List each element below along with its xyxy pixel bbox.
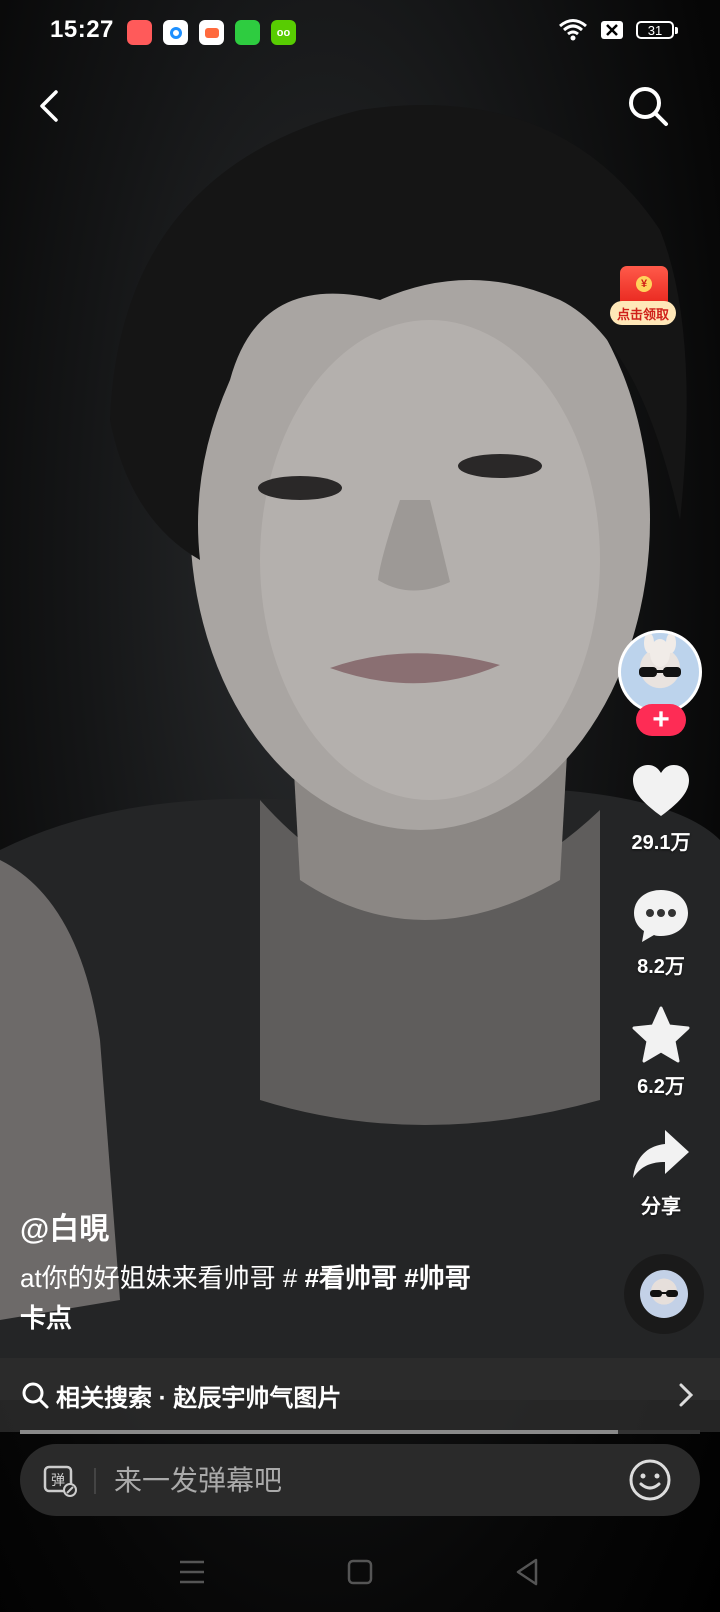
hashtag-link[interactable]: #看帅哥 (305, 1263, 397, 1293)
battery-icon: 31 (636, 21, 678, 39)
author-avatar-group: + (618, 630, 706, 736)
back-triangle-icon[interactable] (508, 1552, 548, 1592)
star-icon (632, 1006, 690, 1063)
author-name[interactable]: @白晛 (20, 1204, 109, 1248)
coin-icon: ¥ (636, 276, 652, 292)
chevron-right-icon (679, 1383, 694, 1407)
share-arrow-icon (633, 1130, 689, 1178)
emoji-icon[interactable] (628, 1458, 672, 1502)
hashtag-link[interactable]: #帅哥 (404, 1263, 470, 1293)
share-button[interactable]: 分享 (616, 1124, 706, 1219)
app-notification-icon (199, 20, 224, 45)
caption-tail: 卡点 (20, 1303, 73, 1333)
app-notification-icon (235, 20, 260, 45)
like-button[interactable]: 29.1万 (616, 760, 706, 855)
search-icon (22, 1382, 49, 1409)
comment-count: 8.2万 (637, 956, 685, 978)
share-label: 分享 (641, 1196, 681, 1218)
danmaku-input[interactable] (112, 1458, 596, 1504)
red-envelope-label: 点击领取 (610, 301, 676, 325)
favorite-button[interactable]: 6.2万 (616, 1004, 706, 1099)
post-caption: at你的好姐妹来看帅哥 # #看帅哥 #帅哥 卡点 (20, 1258, 540, 1338)
related-search-text: 相关搜索 · 赵辰宇帅气图片 (56, 1385, 342, 1412)
danmaku-toggle-icon[interactable]: 弹 (42, 1462, 78, 1498)
system-nav-bar (0, 1530, 720, 1612)
like-count: 29.1万 (631, 832, 691, 854)
music-disc[interactable] (624, 1254, 704, 1334)
heart-icon (633, 765, 689, 816)
app-notification-icon (127, 20, 152, 45)
related-search-bar[interactable]: 相关搜索 · 赵辰宇帅气图片 (0, 1358, 720, 1432)
video-progress-bar[interactable] (20, 1430, 700, 1434)
danmaku-bar: 弹 (20, 1444, 700, 1516)
status-bar: 15:27 oo 31 (0, 0, 720, 66)
svg-text:弹: 弹 (51, 1473, 65, 1489)
search-icon[interactable] (626, 84, 670, 128)
music-cover-avatar (640, 1270, 688, 1318)
comment-button[interactable]: 8.2万 (616, 884, 706, 979)
status-time: 15:27 (50, 16, 114, 43)
wifi-icon (559, 19, 587, 41)
notification-icons: oo (127, 20, 296, 45)
sim-off-icon (601, 21, 623, 39)
home-icon[interactable] (340, 1552, 380, 1592)
video-progress-fill (20, 1430, 619, 1434)
favorite-count: 6.2万 (637, 1076, 685, 1098)
divider (94, 1468, 96, 1494)
author-avatar[interactable] (618, 630, 702, 714)
app-notification-icon (163, 20, 188, 45)
app-notification-icon: oo (271, 20, 296, 45)
comment-icon (634, 890, 688, 942)
status-indicators: 31 (558, 18, 678, 42)
menu-icon[interactable] (172, 1552, 212, 1592)
back-arrow-icon[interactable] (30, 84, 70, 128)
red-envelope-promo[interactable]: ¥ 点击领取 (610, 266, 680, 332)
caption-text: at你的好姐妹来看帅哥 # (20, 1263, 305, 1293)
follow-button[interactable]: + (636, 704, 686, 736)
